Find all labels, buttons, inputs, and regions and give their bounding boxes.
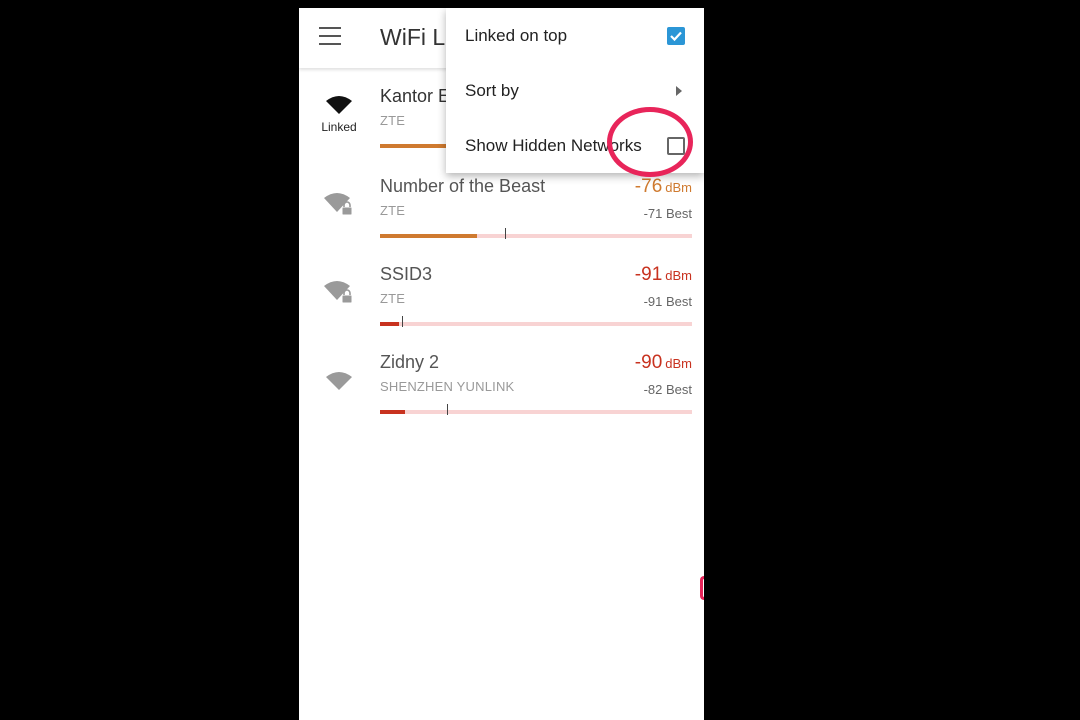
vendor-label: ZTE [380, 113, 406, 128]
signal-bar-fill [380, 410, 405, 414]
dbm-unit: dBm [665, 180, 692, 195]
vendor-label: ZTE [380, 203, 406, 218]
signal-bar-fill [380, 144, 450, 148]
best-signal-tick [402, 316, 403, 327]
wifi-locked-icon [324, 281, 353, 304]
dbm-unit: dBm [665, 268, 692, 283]
signal-dbm: -91 dBm [635, 264, 692, 286]
signal-bar [380, 316, 692, 327]
network-icon [321, 370, 357, 416]
vendor-label: ZTE [380, 291, 406, 306]
wifi-full-icon [326, 96, 352, 114]
signal-dbm: -76 dBm [635, 176, 692, 198]
menu-item-label: Linked on top [465, 26, 568, 45]
network-row[interactable]: SSID3 ZTE -91 dBm -91 Best [299, 264, 704, 352]
network-row[interactable]: Number of the Beast ZTE -76 dBm -71 Best [299, 176, 704, 264]
ssid-label: Zidny 2 [380, 352, 440, 372]
checkbox-checked-icon[interactable] [667, 27, 685, 45]
signal-bar [380, 404, 692, 415]
dbm-value: -91 [634, 264, 663, 285]
menu-item-show-hidden-networks[interactable]: Show Hidden Networks [446, 119, 704, 174]
best-signal-tick [447, 404, 448, 415]
menu-item-label: Sort by [465, 81, 519, 100]
signal-bar-fill [380, 234, 477, 238]
ssid-label: SSID3 [380, 264, 433, 284]
app-title: WiFi Li [380, 24, 451, 50]
ssid-label: Kantor E [380, 86, 451, 106]
ssid-label: Number of the Beast [380, 176, 546, 196]
network-icon [321, 280, 357, 326]
submenu-arrow-icon [676, 86, 682, 96]
best-signal: -82 Best [643, 382, 692, 397]
checkbox-unchecked-icon[interactable] [667, 137, 685, 155]
linked-label: Linked [321, 120, 357, 134]
dbm-value: -90 [634, 352, 663, 373]
touch-indicator [700, 576, 704, 600]
best-signal-tick [505, 228, 506, 239]
hamburger-menu-icon[interactable] [319, 27, 341, 45]
signal-dbm: -90 dBm [635, 352, 692, 374]
best-signal: -71 Best [643, 206, 692, 221]
menu-item-linked-on-top[interactable]: Linked on top [446, 9, 704, 64]
dbm-value: -76 [634, 176, 663, 197]
dbm-unit: dBm [665, 356, 692, 371]
wifi-icon [326, 372, 352, 390]
vendor-label: SHENZHEN YUNLINK [380, 379, 515, 394]
wifi-locked-icon [324, 193, 353, 216]
menu-item-label: Show Hidden Networks [465, 136, 642, 155]
signal-bar-fill [380, 322, 399, 326]
linked-indicator: Linked [321, 96, 357, 142]
network-row[interactable]: Zidny 2 SHENZHEN YUNLINK -90 dBm -82 Best [299, 352, 704, 440]
network-icon [321, 192, 357, 238]
signal-bar [380, 228, 692, 239]
best-signal: -91 Best [643, 294, 692, 309]
overflow-menu: Linked on top Sort by Show Hidden Networ… [446, 8, 704, 173]
menu-item-sort-by[interactable]: Sort by [446, 64, 704, 119]
